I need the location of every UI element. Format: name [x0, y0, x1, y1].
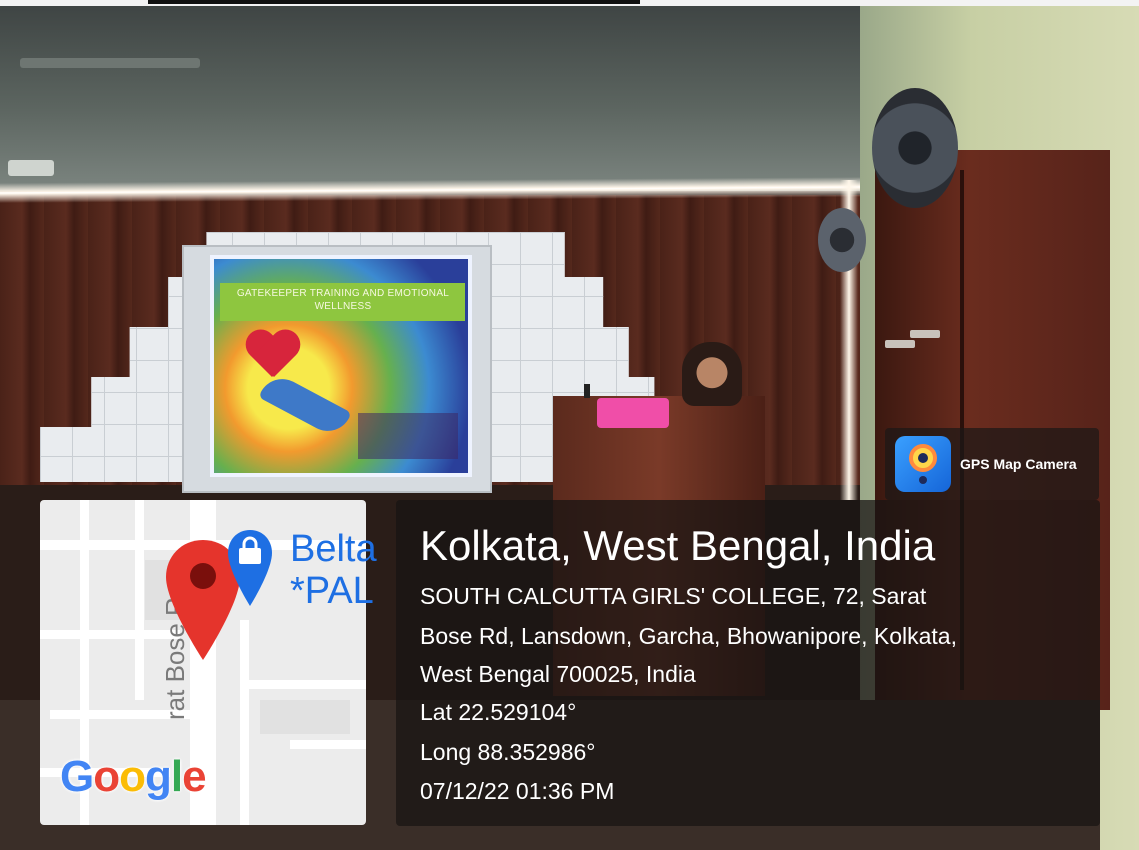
gps-app-name: GPS Map Camera — [960, 456, 1077, 472]
microphone-icon — [584, 384, 590, 398]
slide-title: GATEKEEPER TRAINING AND EMOTIONAL WELLNE… — [236, 288, 450, 312]
poi-label-line2: *PAL — [290, 570, 374, 612]
camera-lens-icon — [909, 444, 937, 472]
google-logo-letter: o — [93, 752, 120, 801]
google-logo-letter: l — [170, 752, 183, 801]
ceiling-rod — [20, 58, 200, 68]
timestamp: 07/12/22 01:36 PM — [420, 778, 615, 804]
street — [290, 740, 366, 749]
location-title: Kolkata, West Bengal, India — [420, 522, 936, 569]
gps-map-camera-icon — [895, 436, 951, 492]
wall-fan-small-icon — [818, 208, 866, 272]
street — [240, 680, 366, 689]
longitude: Long 88.352986° — [420, 739, 596, 765]
street — [135, 500, 144, 700]
cabinet-handle — [885, 340, 915, 348]
heart-icon — [244, 331, 300, 383]
location-dot-icon — [919, 476, 927, 484]
google-logo-letter: G — [60, 752, 94, 801]
hand-icon — [258, 370, 352, 440]
slide-note-box — [358, 413, 458, 459]
google-logo-letter: e — [182, 752, 207, 801]
google-logo-letter: o — [119, 752, 146, 801]
address-line-2: Bose Rd, Lansdown, Garcha, Bhowanipore, … — [420, 623, 957, 649]
street — [40, 630, 180, 639]
address-line-1: SOUTH CALCUTTA GIRLS' COLLEGE, 72, Sarat — [420, 583, 927, 609]
speaker-person — [682, 342, 742, 406]
shopping-bag-icon — [228, 530, 272, 606]
google-logo: Google — [60, 752, 207, 802]
top-strip-dark — [148, 0, 640, 4]
projected-slide: GATEKEEPER TRAINING AND EMOTIONAL WELLNE… — [210, 255, 472, 477]
address-line-3: West Bengal 700025, India — [420, 661, 696, 687]
laptop — [597, 398, 669, 428]
google-logo-letter: g — [145, 752, 172, 801]
projection-screen: GATEKEEPER TRAINING AND EMOTIONAL WELLNE… — [182, 245, 492, 493]
map-block — [260, 700, 350, 734]
wall-fan-icon — [872, 88, 958, 208]
cabinet-handle — [910, 330, 940, 338]
ceiling-lamp — [8, 160, 54, 176]
latitude: Lat 22.529104° — [420, 699, 577, 725]
